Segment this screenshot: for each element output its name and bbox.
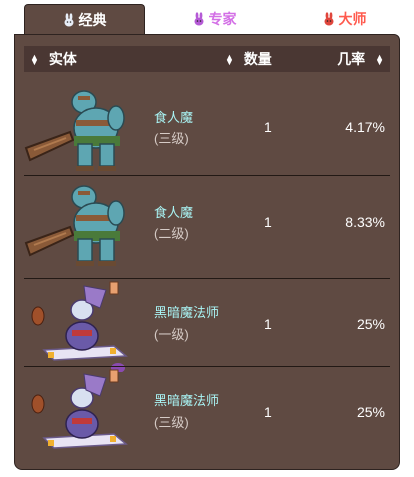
row-divider: [24, 366, 390, 367]
entity-tier: (一级): [154, 327, 189, 342]
quantity-value: 1: [264, 119, 272, 135]
tab-classic-label: 经典: [78, 11, 107, 28]
table-row: 食人魔 (三级) 1 4.17%: [24, 82, 390, 174]
rate-header-label: 几率: [337, 51, 366, 67]
table-row: 黑暗魔法师 (一级) 1 25%: [24, 280, 390, 372]
tab-master-label: 大师: [338, 11, 367, 27]
table-row: 黑暗魔法师 (三级) 1 25%: [24, 368, 390, 460]
row-divider: [24, 175, 390, 176]
entity-name[interactable]: 食人魔: [154, 107, 193, 126]
entity-header[interactable]: ▲ ▼ 实体: [30, 46, 77, 72]
rabbit-icon: [323, 12, 335, 26]
tab-expert[interactable]: 专家: [154, 4, 275, 34]
rate-value: 25%: [356, 404, 385, 420]
entity-tier: (三级): [154, 131, 189, 146]
entity-tier: (三级): [154, 415, 189, 430]
row-divider: [24, 278, 390, 279]
quantity-value: 1: [264, 214, 272, 230]
sort-icon: ▲ ▼: [375, 52, 384, 68]
rabbit-icon: [193, 12, 205, 26]
table-header: ▲ ▼ 实体 ▲ ▼ 数量 几率 ▲ ▼: [24, 46, 390, 72]
rate-value: 25%: [356, 316, 385, 332]
entity-name[interactable]: 黑暗魔法师: [154, 390, 219, 409]
difficulty-tabs: 经典 专家 大师: [14, 0, 400, 34]
sort-icon: ▲ ▼: [225, 52, 234, 68]
entity-header-label: 实体: [48, 51, 77, 67]
tab-classic[interactable]: 经典: [24, 4, 145, 34]
rabbit-icon: [63, 12, 75, 27]
rate-value: 4.17%: [345, 119, 385, 135]
entity-name[interactable]: 黑暗魔法师: [154, 302, 219, 321]
quantity-header[interactable]: ▲ ▼ 数量: [225, 46, 272, 72]
sort-icon: ▲ ▼: [30, 52, 39, 68]
rate-header[interactable]: 几率 ▲ ▼: [337, 46, 384, 72]
quantity-value: 1: [264, 316, 272, 332]
ogre-icon: [24, 90, 125, 171]
ogre-icon: [24, 185, 125, 266]
entity-name[interactable]: 食人魔: [154, 202, 193, 221]
quantity-value: 1: [264, 404, 272, 420]
tab-master[interactable]: 大师: [284, 4, 405, 34]
quantity-header-label: 数量: [243, 51, 272, 67]
dark-mage-icon: [31, 281, 128, 372]
loot-panel: ▲ ▼ 实体 ▲ ▼ 数量 几率 ▲ ▼ 食人魔 (三级) 1 4.17% 食人…: [14, 34, 400, 470]
table-row: 食人魔 (二级) 1 8.33%: [24, 177, 390, 269]
entity-tier: (二级): [154, 226, 189, 241]
dark-mage-icon: [31, 369, 128, 449]
rate-value: 8.33%: [345, 214, 385, 230]
tab-expert-label: 专家: [208, 11, 237, 27]
